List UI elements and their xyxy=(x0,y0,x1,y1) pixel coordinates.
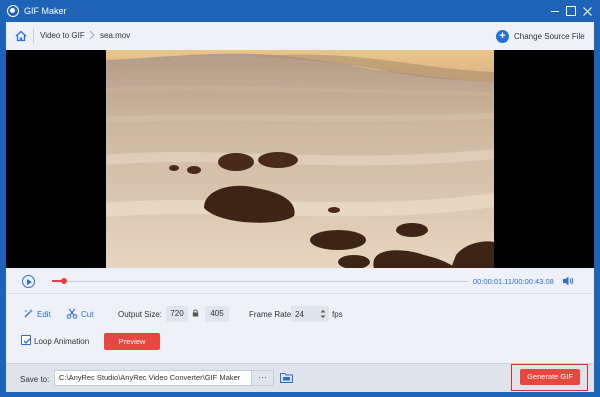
preview-button[interactable]: Preview xyxy=(104,333,160,350)
app-logo-icon xyxy=(7,5,19,17)
output-height-input[interactable] xyxy=(205,306,229,322)
output-size-label: Output Size: xyxy=(118,310,163,319)
window-title: GIF Maker xyxy=(24,6,67,16)
loop-animation-checkbox[interactable] xyxy=(21,335,31,345)
change-source-label: Change Source File xyxy=(514,31,585,41)
loop-animation-label: Loop Animation xyxy=(34,337,90,346)
progress-track[interactable] xyxy=(52,281,468,282)
edit-button[interactable]: Edit xyxy=(20,306,54,322)
minimize-icon[interactable] xyxy=(548,4,562,18)
time-readout: 00:00:01.11/00:00:43.08 xyxy=(473,277,554,286)
frame-rate-value: 24 xyxy=(295,310,304,319)
options-row: Loop Animation Preview xyxy=(6,330,594,352)
folder-icon[interactable] xyxy=(280,372,293,383)
main-panel: Video to GIF sea.mov + Change Source Fil… xyxy=(6,22,594,392)
breadcrumb: Video to GIF sea.mov + Change Source Fil… xyxy=(6,22,594,50)
breadcrumb-divider xyxy=(33,29,34,43)
lock-icon[interactable] xyxy=(192,309,199,317)
settings-row: Edit Cut Output Size: Frame Rate: 24 xyxy=(6,304,594,324)
title-bar: GIF Maker xyxy=(0,0,600,22)
breadcrumb-file: sea.mov xyxy=(100,31,131,40)
save-to-label: Save to: xyxy=(20,375,50,384)
progress-thumb[interactable] xyxy=(61,278,67,284)
fps-unit-label: fps xyxy=(332,310,343,319)
current-time: 00:00:01.11 xyxy=(473,277,513,286)
video-preview xyxy=(6,50,594,268)
cut-label: Cut xyxy=(81,309,94,319)
video-frame xyxy=(106,50,494,268)
maximize-icon[interactable] xyxy=(564,4,578,18)
change-source-file-button[interactable]: + Change Source File xyxy=(496,27,585,45)
save-bar: Save to: C:\AnyRec Studio\AnyRec Video C… xyxy=(6,363,594,392)
frame-rate-label: Frame Rate: xyxy=(249,310,294,319)
plus-circle-icon: + xyxy=(496,29,509,43)
browse-button[interactable]: ··· xyxy=(252,370,274,386)
scissors-icon xyxy=(66,308,78,321)
spinner-icon[interactable] xyxy=(319,308,327,320)
chevron-right-icon xyxy=(88,28,96,44)
play-icon[interactable] xyxy=(22,275,35,288)
breadcrumb-section[interactable]: Video to GIF xyxy=(40,31,85,40)
checkbox-icon xyxy=(23,338,31,344)
save-path-field[interactable]: C:\AnyRec Studio\AnyRec Video Converter\… xyxy=(54,370,252,386)
edit-label: Edit xyxy=(37,309,51,319)
frame-rate-stepper[interactable]: 24 xyxy=(291,306,329,322)
playback-controls: 00:00:01.11/00:00:43.08 xyxy=(6,268,594,294)
edit-icon xyxy=(23,308,34,321)
output-width-input[interactable] xyxy=(166,306,188,322)
volume-icon[interactable] xyxy=(562,275,574,287)
total-time: 00:00:43.08 xyxy=(514,277,554,286)
cut-button[interactable]: Cut xyxy=(63,306,96,322)
home-icon[interactable] xyxy=(14,29,28,43)
generate-gif-button[interactable]: Generate GIF xyxy=(520,369,580,385)
close-icon[interactable] xyxy=(580,4,594,18)
